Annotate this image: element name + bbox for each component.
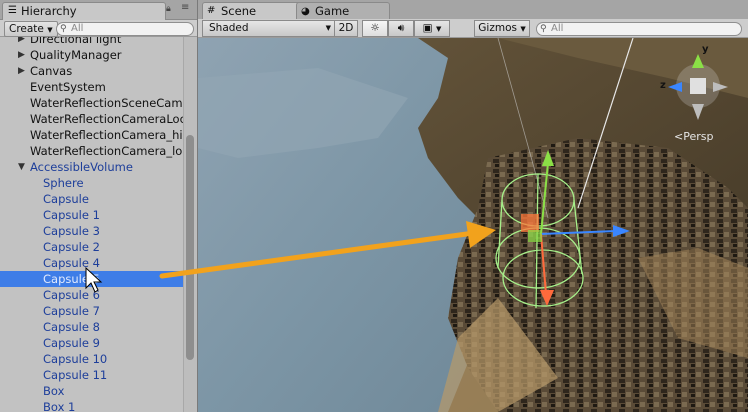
annotation-overlay: [85, 221, 496, 293]
annotation-arrowhead: [466, 221, 496, 248]
annotation-arrow: [159, 230, 477, 279]
mouse-cursor-icon: [85, 266, 103, 293]
